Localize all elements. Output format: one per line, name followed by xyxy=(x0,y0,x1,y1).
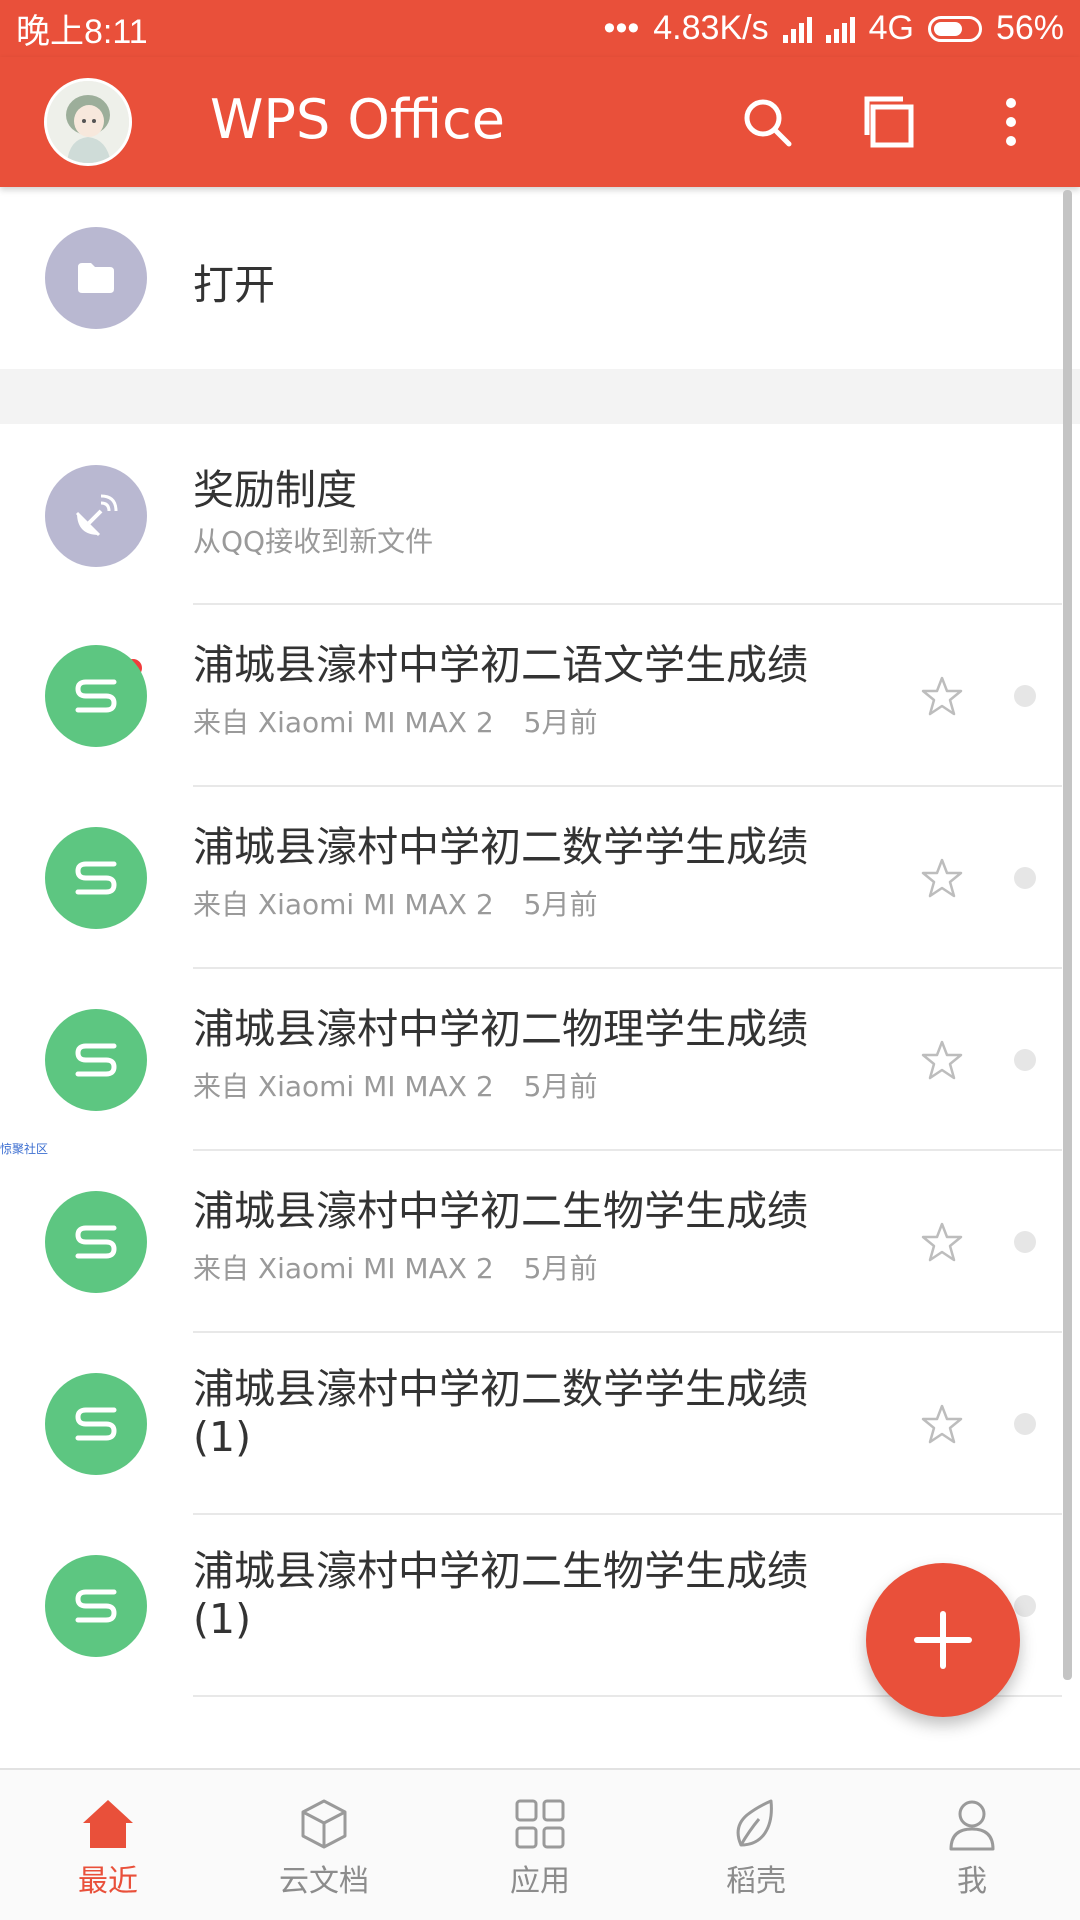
spreadsheet-s-icon xyxy=(45,1373,147,1475)
nav-label: 应用 xyxy=(510,1864,570,1899)
file-title: 浦城县濠村中学初二生物学生成绩 xyxy=(193,1187,808,1235)
nav-label: 最近 xyxy=(78,1864,138,1899)
nav-label: 稻壳 xyxy=(726,1864,786,1899)
file-title-line2: (1) xyxy=(193,1595,252,1643)
nav-cloud-docs[interactable]: 云文档 xyxy=(216,1770,432,1920)
home-icon xyxy=(83,1800,133,1848)
status-dot[interactable] xyxy=(1014,1231,1036,1253)
apps-grid-icon xyxy=(515,1799,565,1849)
watermark-text: 惊聚社区 xyxy=(0,1142,49,1156)
file-row[interactable]: 浦城县濠村中学初二语文学生成绩 来自 Xiaomi MI MAX 2 5月前 xyxy=(0,605,1062,787)
open-label: 打开 xyxy=(193,261,275,309)
file-title: 浦城县濠村中学初二数学学生成绩 xyxy=(193,823,808,871)
reward-title: 奖励制度 xyxy=(193,466,357,514)
status-dot[interactable] xyxy=(1014,1413,1036,1435)
search-icon[interactable] xyxy=(732,87,802,157)
signal-icon xyxy=(782,15,812,43)
nav-docer[interactable]: 稻壳 xyxy=(648,1770,864,1920)
status-time: 晚上8:11 xyxy=(16,13,148,51)
signal-icon-2 xyxy=(825,15,855,43)
reward-row[interactable]: 奖励制度 从QQ接收到新文件 xyxy=(0,424,1062,605)
status-bar: 晚上8:11 ••• 4.83K/s 4G 56% xyxy=(0,0,1080,57)
person-icon xyxy=(949,1800,995,1851)
battery-icon xyxy=(927,15,982,42)
status-dot[interactable] xyxy=(1014,1595,1036,1617)
spreadsheet-s-icon xyxy=(45,1009,147,1111)
network-speed: 4.83K/s xyxy=(653,9,769,47)
status-dot[interactable] xyxy=(1014,867,1036,889)
file-row[interactable]: 浦城县濠村中学初二生物学生成绩 来自 Xiaomi MI MAX 2 5月前 xyxy=(0,1151,1062,1333)
reward-subtitle: 从QQ接收到新文件 xyxy=(193,525,434,558)
multi-window-icon[interactable] xyxy=(855,87,925,157)
avatar-image xyxy=(47,81,129,163)
more-vert-icon[interactable] xyxy=(976,87,1046,157)
network-type: 4G xyxy=(868,9,914,47)
file-meta: 来自 Xiaomi MI MAX 2 5月前 xyxy=(193,1065,597,1105)
file-row[interactable]: 浦城县濠村中学初二数学学生成绩 (1) xyxy=(0,1333,1062,1515)
plus-icon xyxy=(914,1611,972,1669)
star-icon[interactable] xyxy=(921,1403,963,1445)
file-title: 浦城县濠村中学初二语文学生成绩 xyxy=(193,641,808,689)
file-meta: 来自 Xiaomi MI MAX 2 5月前 xyxy=(193,883,597,923)
avatar[interactable] xyxy=(44,78,132,166)
file-title: 浦城县濠村中学初二生物学生成绩 xyxy=(193,1547,808,1595)
satellite-dish-icon xyxy=(45,465,147,567)
nav-label: 云文档 xyxy=(279,1864,369,1899)
star-icon[interactable] xyxy=(921,857,963,899)
section-gap xyxy=(0,369,1080,424)
spreadsheet-s-icon xyxy=(45,1191,147,1293)
nav-label: 我 xyxy=(957,1864,987,1899)
new-document-fab[interactable] xyxy=(866,1563,1020,1717)
nav-recent[interactable]: 最近 xyxy=(0,1770,216,1920)
spreadsheet-s-icon xyxy=(45,1555,147,1657)
nav-me[interactable]: 我 xyxy=(864,1770,1080,1920)
status-indicators: ••• 4.83K/s 4G 56% xyxy=(604,9,1064,48)
leaf-icon xyxy=(736,1799,773,1847)
file-source: 来自 Xiaomi MI MAX 2 xyxy=(193,888,494,921)
folder-icon xyxy=(45,227,147,329)
bottom-nav: 最近 云文档 应用 稻壳 我 xyxy=(0,1768,1080,1920)
file-source: 来自 Xiaomi MI MAX 2 xyxy=(193,1252,494,1285)
file-time: 5月前 xyxy=(523,1070,598,1103)
battery-level: 56% xyxy=(995,9,1064,47)
nav-apps[interactable]: 应用 xyxy=(432,1770,648,1920)
star-icon[interactable] xyxy=(921,1039,963,1081)
file-title-line2: (1) xyxy=(193,1413,252,1461)
spreadsheet-s-icon xyxy=(45,827,147,929)
file-row[interactable]: 浦城县濠村中学初二数学学生成绩 来自 Xiaomi MI MAX 2 5月前 xyxy=(0,787,1062,969)
file-source: 来自 Xiaomi MI MAX 2 xyxy=(193,706,494,739)
app-title: WPS Office xyxy=(210,88,506,151)
file-time: 5月前 xyxy=(523,888,598,921)
open-file-row[interactable]: 打开 xyxy=(0,187,1062,369)
scrollbar[interactable] xyxy=(1063,190,1072,1680)
file-time: 5月前 xyxy=(523,1252,598,1285)
file-meta: 来自 Xiaomi MI MAX 2 5月前 xyxy=(193,1247,597,1287)
file-source: 来自 Xiaomi MI MAX 2 xyxy=(193,1070,494,1103)
cloud-doc-cube-icon xyxy=(301,1799,347,1849)
spreadsheet-s-icon xyxy=(45,645,147,747)
star-icon[interactable] xyxy=(921,675,963,717)
file-title: 浦城县濠村中学初二物理学生成绩 xyxy=(193,1005,808,1053)
status-dot[interactable] xyxy=(1014,1049,1036,1071)
file-time: 5月前 xyxy=(523,706,598,739)
file-row[interactable]: 浦城县濠村中学初二物理学生成绩 来自 Xiaomi MI MAX 2 5月前 xyxy=(0,969,1062,1151)
file-title: 浦城县濠村中学初二数学学生成绩 xyxy=(193,1365,808,1413)
app-bar: WPS Office xyxy=(0,57,1080,187)
star-icon[interactable] xyxy=(921,1221,963,1263)
recent-list: 打开 奖励制度 从QQ接收到新文件 浦城县濠村中学初二语文学生成绩 来自 Xia… xyxy=(0,187,1080,1767)
status-dot[interactable] xyxy=(1014,685,1036,707)
file-meta: 来自 Xiaomi MI MAX 2 5月前 xyxy=(193,701,597,741)
notification-dots: ••• xyxy=(603,9,640,47)
